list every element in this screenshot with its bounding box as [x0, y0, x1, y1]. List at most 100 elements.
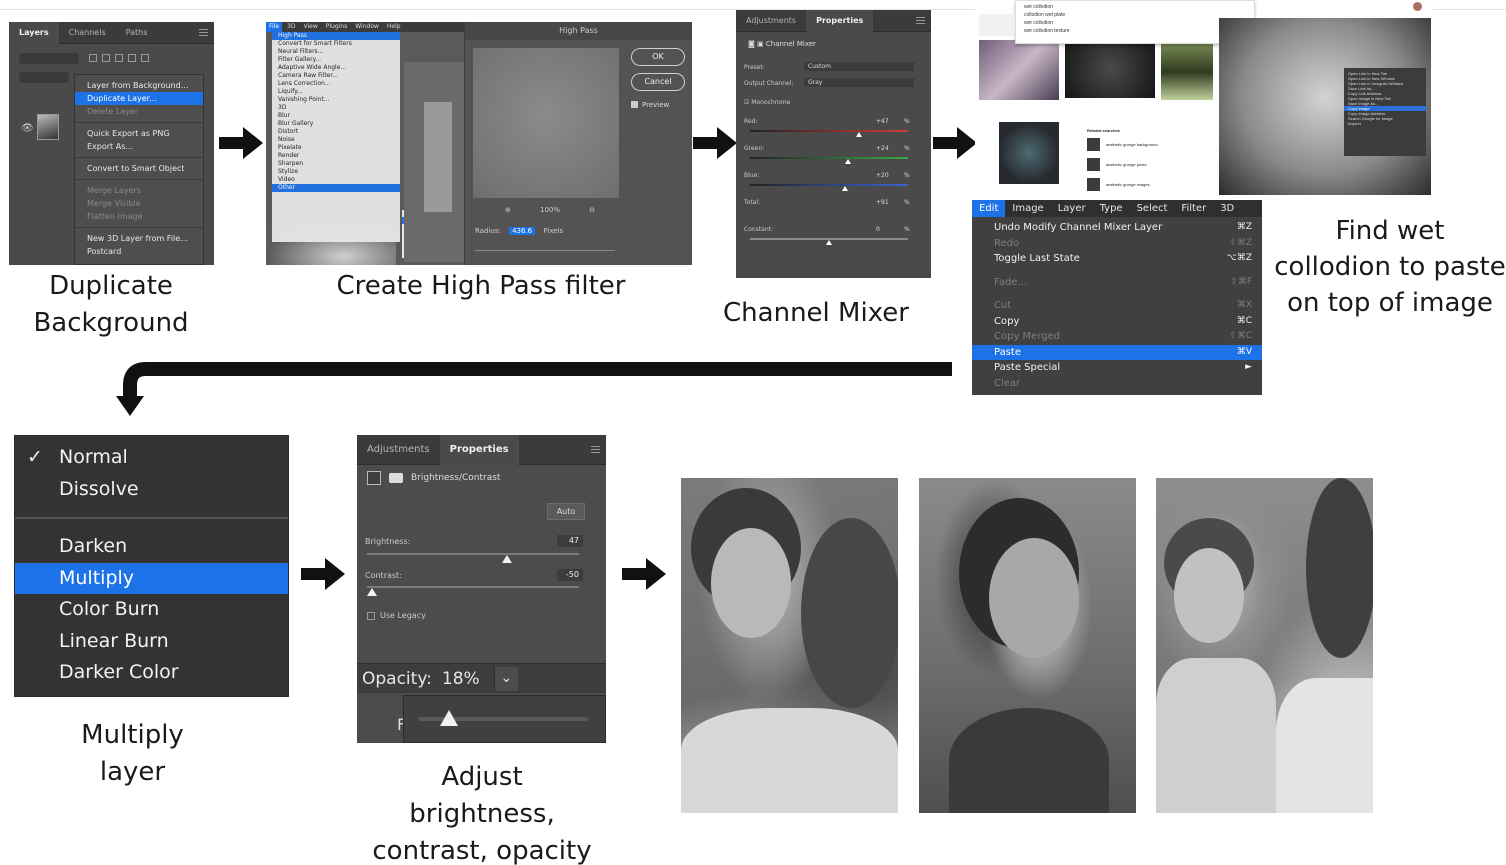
preset-select[interactable]: Custom	[804, 62, 914, 71]
edit-menu-item[interactable]: Undo Modify Channel Mixer Layer ⌘Z	[972, 220, 1262, 236]
filter-pixel-icon[interactable]	[89, 54, 97, 62]
ok-button[interactable]: OK	[631, 48, 685, 66]
menu-item[interactable]: Export As...	[75, 140, 203, 153]
tab-properties[interactable]: Properties	[439, 435, 519, 465]
channel-slider-knob[interactable]	[826, 240, 832, 245]
menubar-item[interactable]: Help	[384, 22, 404, 32]
edit-menu-item[interactable]: Toggle Last State ⌥⌘Z	[972, 251, 1262, 267]
opacity-input[interactable]: 18%	[442, 669, 494, 689]
contrast-input[interactable]: -50	[557, 569, 583, 581]
menubar-item[interactable]: 3D	[1213, 200, 1241, 217]
related-item[interactable]: aesthetic grunge images	[1087, 174, 1207, 194]
channel-slider-knob[interactable]	[856, 132, 863, 137]
blend-mode-item[interactable]: Darker Color	[15, 657, 288, 689]
channel-slider-knob[interactable]	[841, 186, 848, 191]
menubar-item[interactable]: Type	[1093, 200, 1130, 217]
menubar-item[interactable]: Filter	[1174, 200, 1213, 217]
filter-menu-item[interactable]: High Pass	[272, 32, 400, 40]
monochrome-checkbox[interactable]: ☑ Monochrome	[744, 99, 790, 106]
edit-menu-item[interactable]: Copy ⌘C	[972, 314, 1262, 330]
search-result-image[interactable]	[1065, 40, 1155, 98]
blend-mode-select[interactable]	[19, 72, 69, 83]
brightness-input[interactable]: 47	[557, 535, 583, 547]
channel-value[interactable]: +24	[876, 145, 889, 152]
opacity-slider-knob[interactable]	[439, 710, 458, 726]
panel-menu-icon[interactable]	[199, 29, 208, 36]
tab-properties[interactable]: Properties	[806, 10, 874, 32]
layer-filter-input[interactable]	[19, 53, 79, 64]
menubar-item[interactable]: Select	[1130, 200, 1175, 217]
search-query[interactable]: wet collodion	[1024, 3, 1246, 11]
filter-menu-item[interactable]: Pixelate	[272, 144, 400, 152]
search-result-image[interactable]	[979, 40, 1059, 100]
blend-mode-item[interactable]: ✓ Normal	[15, 442, 288, 474]
filter-shape-icon[interactable]	[128, 54, 136, 62]
avatar[interactable]	[1413, 2, 1422, 11]
filter-menu-item[interactable]: Filter Gallery...	[272, 56, 400, 64]
menu-item[interactable]: Quick Export as PNG	[75, 127, 203, 140]
blend-mode-item[interactable]: Linear Burn	[15, 626, 288, 658]
menubar-item[interactable]: Window	[352, 22, 382, 32]
filter-menu-item[interactable]: Sharpen	[272, 160, 400, 168]
menubar-item[interactable]: 3D	[284, 22, 298, 32]
channel-value[interactable]: 0	[876, 226, 880, 233]
filter-menu-item[interactable]: Blur Gallery	[272, 120, 400, 128]
cancel-button[interactable]: Cancel	[631, 73, 685, 91]
filter-menu-item[interactable]: Other	[272, 184, 400, 192]
menubar-item[interactable]: Layer	[1051, 200, 1093, 217]
suggestion-item[interactable]: collodion wet plate	[1024, 11, 1246, 19]
menu-item[interactable]: Duplicate Layer...	[75, 92, 203, 105]
edit-menu-item[interactable]: Paste Special ►	[972, 360, 1262, 376]
contrast-slider-knob[interactable]	[367, 588, 377, 596]
tab-layers[interactable]: Layers	[9, 22, 59, 44]
filter-menu-item[interactable]: Liquify...	[272, 88, 400, 96]
output-channel-select[interactable]: Gray	[804, 78, 914, 87]
related-item[interactable]: aesthetic grunge background	[1087, 134, 1207, 154]
panel-menu-icon[interactable]	[591, 446, 600, 453]
channel-value[interactable]: +20	[876, 172, 889, 179]
channel-slider[interactable]	[750, 157, 908, 159]
filter-menu-item[interactable]: Neural Filters...	[272, 48, 400, 56]
channel-slider[interactable]	[750, 184, 908, 186]
tab-adjustments[interactable]: Adjustments	[357, 435, 440, 465]
menubar-item[interactable]: Image	[1005, 200, 1050, 217]
filter-menu-item[interactable]: Camera Raw Filter...	[272, 72, 400, 80]
blend-mode-item[interactable]: Color Burn	[15, 594, 288, 626]
zoom-out-icon[interactable]: ⊖	[589, 206, 595, 214]
filter-menu-item[interactable]: Noise	[272, 136, 400, 144]
blend-mode-item[interactable]: Darken	[15, 531, 288, 563]
tab-strip[interactable]	[979, 14, 1013, 36]
preview-checkbox[interactable]: Preview	[631, 101, 669, 109]
radius-input[interactable]: 436.6	[509, 227, 536, 235]
eye-icon[interactable]: 👁	[21, 123, 34, 134]
search-result-image[interactable]	[999, 122, 1059, 184]
blend-mode-item[interactable]: Dissolve	[15, 474, 288, 506]
context-menu-item[interactable]: Inspect	[1344, 121, 1426, 126]
auto-button[interactable]: Auto	[547, 503, 585, 520]
use-legacy-checkbox[interactable]: Use Legacy	[367, 611, 426, 620]
menubar-item[interactable]: Edit	[972, 200, 1006, 217]
edit-menu-item[interactable]: Paste ⌘V	[972, 344, 1262, 360]
filter-menu-item[interactable]: Convert for Smart Filters	[272, 40, 400, 48]
brightness-slider[interactable]	[367, 553, 579, 555]
menu-item[interactable]: Postcard	[75, 245, 203, 258]
filter-smart-icon[interactable]	[141, 54, 149, 62]
filter-menu-item[interactable]: Video	[272, 176, 400, 184]
menu-item[interactable]: Layer from Background...	[75, 79, 203, 92]
zoom-in-icon[interactable]: ⊕	[505, 206, 511, 214]
filter-type-icon[interactable]	[115, 54, 123, 62]
menubar-item[interactable]: File	[266, 22, 283, 32]
radius-slider[interactable]	[475, 250, 615, 251]
filter-menu-item[interactable]: Render	[272, 152, 400, 160]
layer-thumbnail[interactable]	[37, 114, 59, 140]
filter-adjust-icon[interactable]	[102, 54, 110, 62]
channel-slider[interactable]	[750, 130, 908, 132]
filter-preview[interactable]	[473, 48, 619, 198]
tab-channels[interactable]: Channels	[59, 22, 116, 44]
suggestion-item[interactable]: wet collodion	[1024, 19, 1246, 27]
filter-menu-item[interactable]: 3D	[272, 104, 400, 112]
menubar-item[interactable]: Plugins	[323, 22, 351, 32]
chevron-down-icon[interactable]: ⌄	[493, 666, 518, 691]
filter-menu-item[interactable]: Blur	[272, 112, 400, 120]
blend-mode-item[interactable]: Multiply	[15, 562, 288, 594]
